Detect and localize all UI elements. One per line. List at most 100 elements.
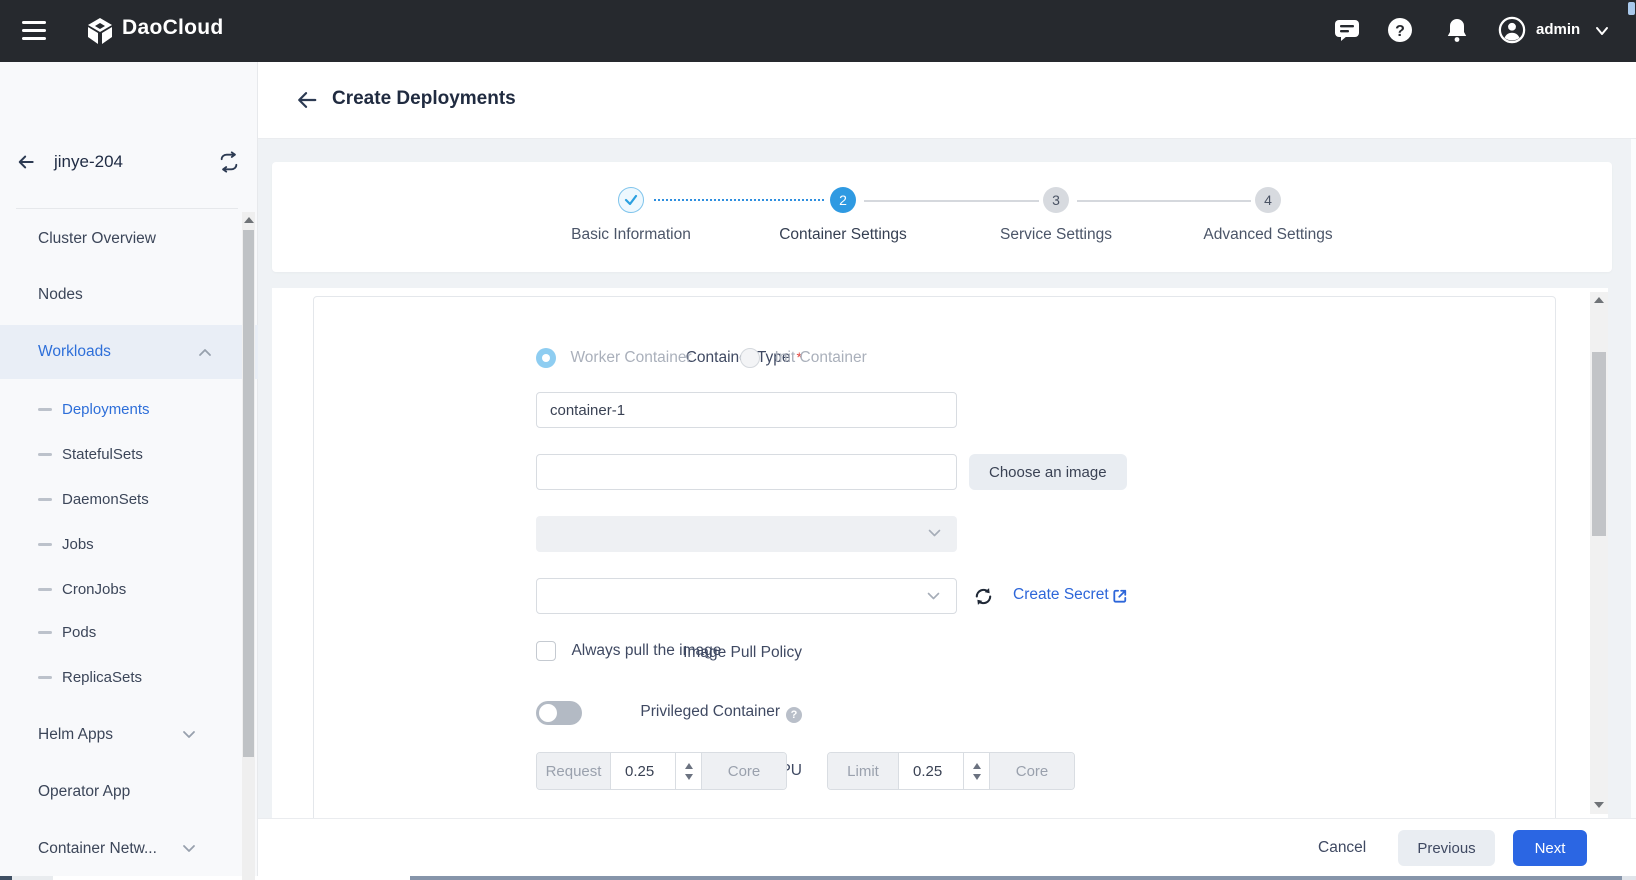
cpu-limit-unit: Core [990, 753, 1074, 789]
init-container-radio[interactable] [740, 348, 760, 368]
container-settings-form: Container Type* Worker Container Init Co… [272, 288, 1608, 818]
cpu-limit-value[interactable]: 0.25 [898, 753, 964, 789]
registry-secret-select[interactable] [536, 578, 957, 614]
form-row-registry-secret: Registry Secret? Create Secret [314, 578, 1557, 614]
step-4-label[interactable]: Advanced Settings [1203, 226, 1332, 244]
cpu-limit-stepper[interactable] [964, 753, 990, 789]
create-secret-link[interactable]: Create Secret [1013, 586, 1109, 604]
image-version-select[interactable] [536, 516, 957, 552]
svg-text:?: ? [1395, 23, 1405, 40]
container-panel: Container Type* Worker Container Init Co… [313, 296, 1556, 818]
form-row-cpu: CPU Request 0.25 Core Limit 0.25 Core [314, 752, 1557, 790]
sidebar-item-nodes[interactable]: Nodes [0, 275, 242, 315]
step-2-label[interactable]: Container Settings [779, 226, 907, 244]
stepper-connector [864, 200, 1039, 202]
sidebar-item-replicasets[interactable]: ReplicaSets [0, 657, 242, 697]
chevron-down-icon [927, 592, 940, 601]
worker-container-option[interactable]: Worker Container [570, 349, 691, 366]
cluster-name[interactable]: jinye-204 [54, 152, 123, 172]
form-row-container-type: Container Type* Worker Container Init Co… [314, 340, 1557, 376]
cancel-button[interactable]: Cancel [1318, 831, 1366, 865]
stepper-connector [1077, 200, 1251, 202]
brand-name: DaoCloud [122, 16, 224, 40]
next-button[interactable]: Next [1513, 830, 1587, 866]
chevron-down-icon [928, 529, 941, 538]
sidebar-scrollbar-thumb[interactable] [243, 230, 254, 757]
sidebar-item-cronjobs[interactable]: CronJobs [0, 569, 242, 609]
sidebar-item-workloads[interactable]: Workloads [0, 325, 258, 379]
page-header: Create Deployments [258, 62, 1636, 139]
user-avatar[interactable] [1498, 16, 1526, 44]
content-scrollbar-thumb[interactable] [1592, 352, 1606, 536]
sidebar-item-pods[interactable]: Pods [0, 612, 242, 652]
sidebar-item-operator-app[interactable]: Operator App [0, 772, 242, 812]
username[interactable]: admin [1536, 21, 1580, 38]
choose-image-button[interactable]: Choose an image [969, 454, 1127, 490]
wizard-footer: Cancel Previous Next [258, 818, 1636, 876]
form-row-container-name: Container Name* [314, 392, 1557, 428]
image-input[interactable] [536, 454, 957, 490]
page-right-edge [1631, 62, 1636, 876]
form-row-image-pull-policy: Image Pull Policy Always pull the image [314, 639, 1557, 667]
form-row-image-version: Image Version [314, 516, 1557, 552]
step-4-badge[interactable]: 4 [1255, 187, 1281, 213]
stepper-connector-dotted [654, 199, 824, 201]
hscrollbar-thumb[interactable] [410, 876, 1622, 880]
sidebar-divider [16, 208, 238, 209]
help-tooltip-icon[interactable]: ? [786, 707, 802, 723]
previous-button[interactable]: Previous [1398, 830, 1495, 866]
browser-scrollbar-thumb[interactable] [1628, 2, 1635, 15]
form-row-image: Image* Choose an image [314, 454, 1557, 490]
cpu-request-addon: Request [537, 753, 610, 789]
cpu-request-stepper[interactable] [676, 753, 702, 789]
form-row-privileged-container: Privileged Container? [314, 699, 1557, 727]
worker-container-radio[interactable] [536, 348, 556, 368]
hscrollbar-track[interactable] [1622, 876, 1636, 880]
notifications-bell-icon[interactable] [1443, 16, 1471, 44]
cpu-limit-addon: Limit [828, 753, 898, 789]
cpu-request-unit: Core [702, 753, 786, 789]
sidebar-scroll-up-icon[interactable] [244, 217, 254, 223]
hscrollbar-track[interactable] [12, 876, 53, 880]
refresh-secrets-icon[interactable] [972, 585, 995, 608]
scrollbar-corner [0, 876, 12, 880]
cpu-request-value[interactable]: 0.25 [610, 753, 676, 789]
step-1-done-icon[interactable] [618, 187, 644, 213]
messages-icon[interactable] [1333, 16, 1361, 44]
page-back-arrow-icon[interactable] [296, 89, 318, 111]
switch-cluster-icon[interactable] [218, 151, 240, 173]
page-title: Create Deployments [332, 88, 516, 110]
daocloud-logo-icon [86, 17, 114, 45]
init-container-option[interactable]: Init Container [775, 349, 867, 366]
step-3-label[interactable]: Service Settings [1000, 226, 1112, 244]
step-3-badge[interactable]: 3 [1043, 187, 1069, 213]
sidebar-item-daemonsets[interactable]: DaemonSets [0, 479, 242, 519]
wizard-stepper: 2 3 4 Basic Information Container Settin… [272, 162, 1612, 272]
always-pull-checkbox[interactable] [536, 641, 556, 661]
sidebar-item-container-network[interactable]: Container Netw... [0, 829, 242, 869]
help-icon[interactable]: ? [1386, 16, 1414, 44]
sidebar-item-helm-apps[interactable]: Helm Apps [0, 715, 242, 755]
content-scroll-up-icon[interactable] [1594, 297, 1604, 303]
cluster-back-arrow-icon[interactable] [16, 152, 36, 172]
content-scroll-down-icon[interactable] [1594, 802, 1604, 808]
hamburger-menu-icon[interactable] [22, 21, 46, 41]
privileged-toggle-off[interactable] [536, 701, 582, 725]
top-bar: DaoCloud ? admin [0, 0, 1636, 62]
privileged-container-label: Privileged Container [640, 703, 780, 720]
container-name-input[interactable] [536, 392, 957, 428]
step-1-label[interactable]: Basic Information [571, 226, 691, 244]
cpu-request-group: Request 0.25 Core [536, 752, 787, 790]
user-menu-chevron-down-icon[interactable] [1594, 24, 1610, 38]
step-2-badge[interactable]: 2 [830, 187, 856, 213]
chevron-down-icon [182, 730, 196, 740]
chevron-down-icon [182, 844, 196, 854]
sidebar: jinye-204 Cluster Overview Nodes Workloa… [0, 62, 258, 876]
always-pull-label[interactable]: Always pull the image [571, 642, 721, 659]
sidebar-item-deployments[interactable]: Deployments [0, 389, 242, 429]
sidebar-item-statefulsets[interactable]: StatefulSets [0, 434, 242, 474]
sidebar-item-cluster-overview[interactable]: Cluster Overview [0, 219, 242, 259]
sidebar-item-jobs[interactable]: Jobs [0, 524, 242, 564]
external-link-icon[interactable] [1111, 587, 1129, 605]
hscrollbar-track[interactable] [53, 876, 410, 880]
